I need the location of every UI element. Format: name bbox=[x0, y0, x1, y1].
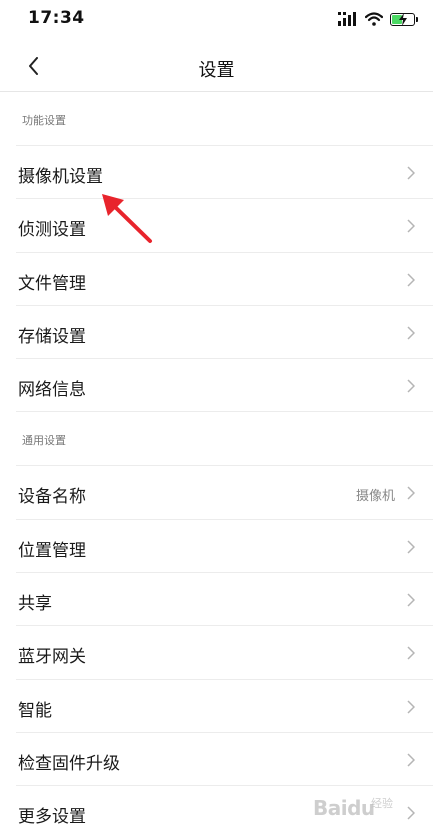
chevron-right-icon bbox=[407, 700, 415, 714]
row-label: 侦测设置 bbox=[18, 220, 86, 241]
settings-row-smart[interactable]: 智能 bbox=[16, 680, 433, 733]
settings-row-network[interactable]: 网络信息 bbox=[16, 359, 433, 413]
chevron-right-icon bbox=[407, 326, 415, 340]
row-label: 检查固件升级 bbox=[18, 753, 120, 774]
chevron-right-icon bbox=[407, 166, 415, 180]
settings-row-storage[interactable]: 存储设置 bbox=[16, 306, 433, 360]
row-label: 共享 bbox=[18, 594, 52, 615]
row-label: 蓝牙网关 bbox=[18, 647, 86, 668]
nav-bar: 设置 bbox=[0, 40, 433, 92]
row-label: 设备名称 bbox=[18, 487, 86, 508]
settings-list: 功能设置 摄像机设置 侦测设置 文件管理 存储设置 网络信息 通用设置 设备名称… bbox=[0, 92, 433, 830]
settings-row-firmware-update[interactable]: 检查固件升级 bbox=[16, 733, 433, 787]
row-label: 网络信息 bbox=[18, 380, 86, 401]
settings-row-device-name[interactable]: 设备名称 摄像机 bbox=[16, 466, 433, 520]
settings-row-share[interactable]: 共享 bbox=[16, 573, 433, 627]
row-label: 更多设置 bbox=[18, 807, 86, 828]
settings-row-detection[interactable]: 侦测设置 bbox=[16, 199, 433, 253]
chevron-right-icon bbox=[407, 273, 415, 287]
settings-row-camera[interactable]: 摄像机设置 bbox=[16, 146, 433, 200]
row-label: 文件管理 bbox=[18, 273, 86, 294]
settings-row-location[interactable]: 位置管理 bbox=[16, 520, 433, 574]
chevron-right-icon bbox=[407, 593, 415, 607]
chevron-right-icon bbox=[407, 753, 415, 767]
row-value: 摄像机 bbox=[355, 489, 395, 505]
section-header-general: 通用设置 bbox=[16, 412, 433, 467]
section-header-function: 功能设置 bbox=[16, 92, 433, 146]
signal-icon bbox=[338, 12, 356, 26]
settings-row-more[interactable]: 更多设置 bbox=[16, 786, 433, 830]
row-label: 摄像机设置 bbox=[18, 167, 103, 187]
page-title: 设置 bbox=[198, 60, 235, 81]
chevron-right-icon bbox=[407, 486, 415, 501]
status-time: 17:34 bbox=[28, 8, 85, 28]
battery-charging-icon bbox=[390, 12, 418, 26]
status-icons bbox=[338, 10, 418, 28]
wifi-icon bbox=[365, 12, 383, 26]
settings-row-files[interactable]: 文件管理 bbox=[16, 253, 433, 306]
chevron-right-icon bbox=[407, 646, 415, 660]
status-bar: 17:34 bbox=[0, 0, 433, 40]
row-label: 智能 bbox=[18, 700, 52, 721]
settings-row-bluetooth-gateway[interactable]: 蓝牙网关 bbox=[16, 626, 433, 680]
chevron-right-icon bbox=[407, 540, 415, 554]
chevron-right-icon bbox=[407, 219, 415, 233]
row-label: 存储设置 bbox=[18, 326, 86, 347]
chevron-right-icon bbox=[407, 379, 415, 393]
chevron-right-icon bbox=[407, 806, 415, 820]
row-label: 位置管理 bbox=[18, 540, 86, 561]
